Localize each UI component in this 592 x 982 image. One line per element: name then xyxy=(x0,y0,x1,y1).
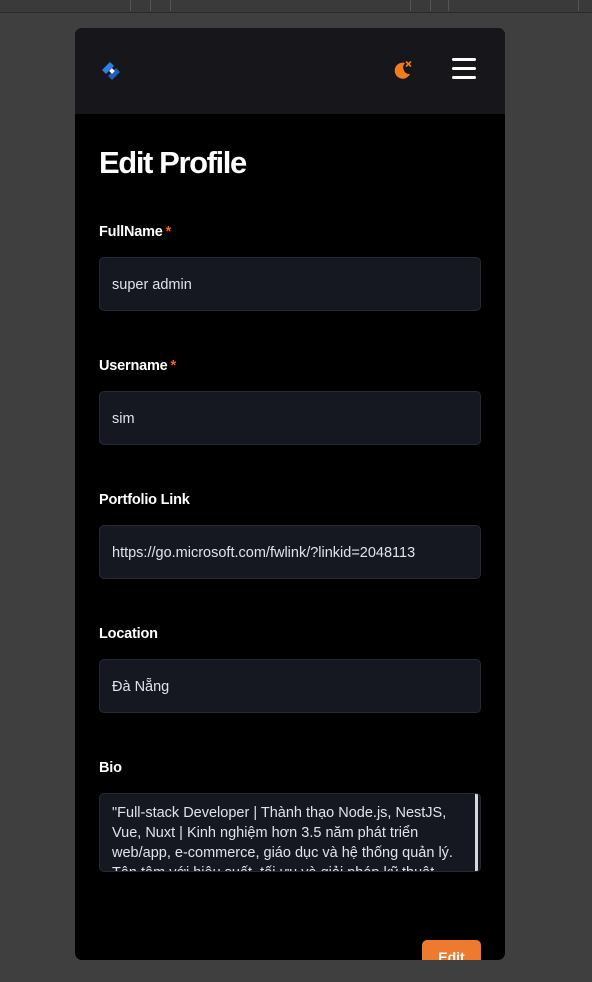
required-mark: * xyxy=(165,224,172,240)
portfolio-input[interactable]: https://go.microsoft.com/fwlink/?linkid=… xyxy=(99,525,481,579)
bio-label: Bio xyxy=(99,760,122,776)
location-label: Location xyxy=(99,626,158,642)
bio-text: "Full-stack Developer | Thành thạo Node.… xyxy=(112,805,453,871)
username-input[interactable]: sim xyxy=(99,391,481,445)
hamburger-menu-icon[interactable] xyxy=(452,56,478,80)
moon-icon[interactable] xyxy=(391,59,413,81)
top-navbar xyxy=(75,28,505,114)
textarea-scrollbar[interactable] xyxy=(475,794,478,871)
fullname-input[interactable]: super admin xyxy=(99,257,481,311)
fullname-label: FullName * xyxy=(99,224,172,240)
bio-textarea[interactable]: "Full-stack Developer | Thành thạo Node.… xyxy=(99,793,481,872)
username-label: Username * xyxy=(99,358,177,374)
bio-field: Bio "Full-stack Developer | Thành thạo N… xyxy=(99,759,481,872)
required-mark: * xyxy=(170,358,177,374)
portfolio-label: Portfolio Link xyxy=(99,492,190,508)
username-field: Username * sim xyxy=(99,357,481,445)
edit-profile-form: Edit Profile xyxy=(75,114,505,180)
page-title: Edit Profile xyxy=(99,145,247,180)
location-field: Location Đà Nẵng xyxy=(99,625,481,713)
device-viewport: Edit Profile FullName * super admin Usern… xyxy=(75,28,505,960)
fullname-field: FullName * super admin xyxy=(99,223,481,311)
edit-button[interactable]: Edit xyxy=(422,940,481,960)
location-input[interactable]: Đà Nẵng xyxy=(99,659,481,713)
portfolio-field: Portfolio Link https://go.microsoft.com/… xyxy=(99,491,481,579)
brand-logo-icon[interactable] xyxy=(99,59,123,81)
devtools-toolbar xyxy=(0,0,592,13)
